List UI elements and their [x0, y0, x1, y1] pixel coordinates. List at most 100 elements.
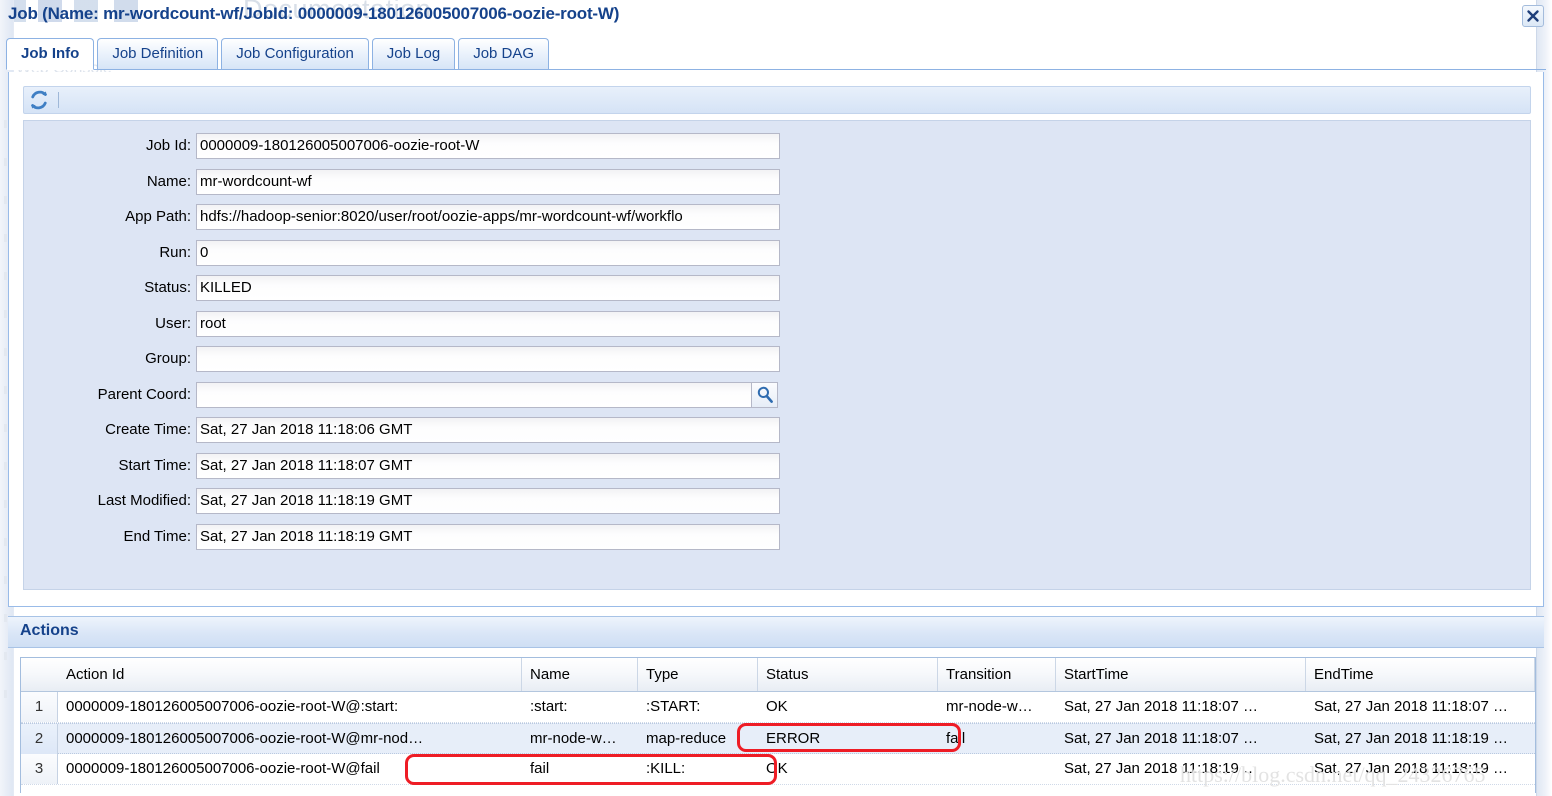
- cell-type: :START:: [646, 698, 701, 715]
- cell-transition: fail: [946, 730, 966, 747]
- field-input[interactable]: root: [196, 310, 780, 337]
- screen: Documentation i Web Console Job (Name: m…: [0, 0, 1552, 796]
- form-row: Parent Coord:: [24, 381, 784, 408]
- field-input[interactable]: Sat, 27 Jan 2018 11:18:07 GMT: [196, 452, 780, 479]
- background-tick: [4, 500, 7, 508]
- column-header-type[interactable]: Type: [638, 658, 758, 691]
- tab-job-dag[interactable]: Job DAG: [458, 38, 550, 69]
- form-row: Create Time: Sat, 27 Jan 2018 11:18:06 GM…: [24, 417, 784, 443]
- field-input[interactable]: Sat, 27 Jan 2018 11:18:19 GMT: [196, 488, 780, 514]
- cell-name: fail: [530, 760, 550, 777]
- cell-action-id: 0000009-180126005007006-oozie-root-W@fai…: [66, 760, 380, 777]
- field-label: Create Time:: [105, 421, 191, 438]
- cell-status: OK: [766, 760, 788, 777]
- field-input[interactable]: 0000009-180126005007006-oozie-root-W: [196, 133, 780, 159]
- tab-job-definition[interactable]: Job Definition: [97, 38, 219, 69]
- field-label: Group:: [145, 350, 191, 367]
- form-row: Start Time: Sat, 27 Jan 2018 11:18:07 GMT: [24, 452, 784, 479]
- cell-action-id: 0000009-180126005007006-oozie-root-W@mr-…: [66, 730, 424, 747]
- field-label: Run:: [159, 243, 191, 261]
- table-row[interactable]: 1 0000009-180126005007006-oozie-root-W@:s…: [21, 692, 1535, 723]
- cell-start-time: Sat, 27 Jan 2018 11:18:07 …: [1064, 730, 1259, 747]
- csdn-watermark: https://blog.csdn.net/qq_24326765: [1180, 762, 1486, 787]
- column-header-action-id[interactable]: Action Id: [58, 658, 522, 691]
- cell-type: map-reduce: [646, 730, 727, 747]
- field-label: Parent Coord:: [97, 385, 191, 403]
- cell-transition: mr-node-w…: [946, 698, 1033, 715]
- cell-end-time: Sat, 27 Jan 2018 11:18:07 …: [1314, 698, 1509, 715]
- column-header-name[interactable]: Name: [522, 658, 638, 691]
- background-tick: [4, 690, 7, 698]
- background-tick: [4, 272, 7, 280]
- cell-name: mr-node-w…: [530, 730, 617, 747]
- field-label: End Time:: [123, 527, 191, 545]
- background-tick: [4, 310, 7, 318]
- column-header-end-time[interactable]: EndTime: [1306, 658, 1535, 691]
- field-input[interactable]: KILLED: [196, 275, 780, 301]
- panel-toolbar: [23, 86, 1531, 114]
- background-tick: [4, 348, 7, 356]
- search-icon[interactable]: [752, 381, 778, 408]
- field-label: Name:: [146, 172, 191, 190]
- form-row: Status: KILLED: [24, 275, 784, 301]
- actions-section-label: Actions: [20, 622, 79, 639]
- background-tick: [4, 234, 7, 242]
- field-input[interactable]: Sat, 27 Jan 2018 11:18:19 GMT: [196, 523, 780, 550]
- cell-status: ERROR: [766, 730, 821, 747]
- cell-type: :KILL:: [646, 760, 686, 777]
- actions-grid-header: Action Id Name Type Status Transition StartTi…: [21, 658, 1535, 692]
- job-info-form: Job Id: 0000009-180126005007006-oozie-roo…: [23, 120, 1531, 590]
- field-input[interactable]: Sat, 27 Jan 2018 11:18:06 GMT: [196, 417, 780, 443]
- row-number: 1: [21, 692, 58, 722]
- tab-job-info[interactable]: Job Info: [6, 38, 95, 70]
- background-tick: [4, 538, 7, 546]
- background-tick: [4, 386, 7, 394]
- background-tick: [4, 614, 7, 622]
- cell-transition: [938, 754, 1056, 784]
- form-row: User: root: [24, 310, 784, 337]
- close-icon[interactable]: [1522, 5, 1544, 27]
- tab-bar: Job Info Job Definition Job Configuration J…: [6, 38, 1546, 70]
- form-row: Last Modified: Sat, 27 Jan 2018 11:18:19 …: [24, 488, 784, 514]
- tab-job-configuration[interactable]: Job Configuration: [221, 38, 369, 69]
- table-row[interactable]: 2 0000009-180126005007006-oozie-root-W@mr…: [21, 723, 1535, 754]
- field-label: Status:: [144, 279, 191, 296]
- field-label: User:: [155, 314, 191, 332]
- form-row: Group:: [24, 346, 784, 372]
- form-row: End Time: Sat, 27 Jan 2018 11:18:19 GMT: [24, 523, 784, 550]
- row-number: 2: [21, 724, 58, 754]
- form-row: Job Id: 0000009-180126005007006-oozie-roo…: [24, 133, 784, 159]
- background-tick: [4, 196, 7, 204]
- field-label: App Path:: [125, 208, 191, 225]
- form-row: Run: 0: [24, 239, 784, 266]
- form-row: App Path: hdfs://hadoop-senior:8020/user/…: [24, 204, 784, 230]
- toolbar-separator: [58, 92, 59, 108]
- job-details-dialog: Job (Name: mr-wordcount-wf/JobId: 000000…: [0, 0, 1552, 796]
- field-input[interactable]: 0: [196, 239, 780, 266]
- form-row: Name: mr-wordcount-wf: [24, 168, 784, 195]
- column-header-status[interactable]: Status: [758, 658, 938, 691]
- field-label: Last Modified:: [97, 492, 191, 509]
- cell-end-time: Sat, 27 Jan 2018 11:18:19 …: [1314, 730, 1509, 747]
- background-tick: [4, 652, 7, 660]
- row-number: 3: [21, 754, 58, 784]
- field-label: Job Id:: [145, 137, 191, 154]
- background-tick: [4, 576, 7, 584]
- refresh-icon[interactable]: [28, 89, 54, 113]
- tab-job-log[interactable]: Job Log: [371, 38, 456, 69]
- job-info-panel: Job Id: 0000009-180126005007006-oozie-roo…: [8, 72, 1544, 607]
- cell-status: OK: [766, 698, 788, 715]
- cell-start-time: Sat, 27 Jan 2018 11:18:07 …: [1064, 698, 1259, 715]
- background-tick: [4, 424, 7, 432]
- field-input[interactable]: mr-wordcount-wf: [196, 168, 780, 195]
- field-input[interactable]: [196, 346, 780, 372]
- cell-name: :start:: [530, 698, 568, 715]
- column-header-start-time[interactable]: StartTime: [1056, 658, 1306, 691]
- actions-section-header: Actions: [8, 616, 1544, 648]
- background-tick: [4, 462, 7, 470]
- field-input[interactable]: hdfs://hadoop-senior:8020/user/root/oozi…: [196, 204, 780, 230]
- field-input[interactable]: [196, 381, 752, 408]
- column-header-transition[interactable]: Transition: [938, 658, 1056, 691]
- background-tick: [4, 158, 7, 166]
- field-label: Start Time:: [118, 456, 191, 474]
